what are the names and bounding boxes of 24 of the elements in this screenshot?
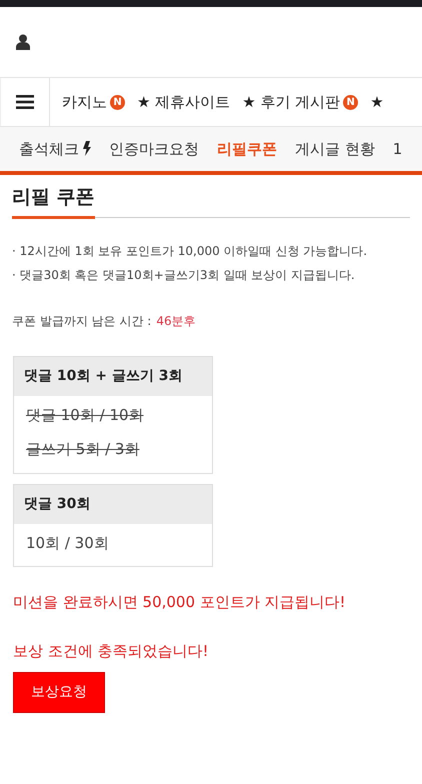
nav-link[interactable]: ★ [370,90,384,114]
mission-progress: 10회 / 30회 [25,532,110,554]
reward-request-button[interactable]: 보상요청 [13,672,105,713]
notice-text: 미션을 완료하시면 50,000 포인트가 지급됩니다! [13,592,347,613]
mission-progress: 댓글 10회 / 10회 [25,404,145,426]
new-badge: N [110,94,125,110]
mission-progress: 글쓰기 5회 / 3회 [25,439,140,460]
page-title: 리필 쿠폰 [12,183,95,218]
timer-label: 쿠폰 발급까지 남은 시간 : [12,314,152,328]
note-text: · 댓글30회 혹은 댓글10회+글쓰기3회 일때 보상이 지급됩니다. [12,266,356,284]
mission-title: 댓글 10회 + 글쓰기 3회 [14,356,212,396]
tab[interactable]: 게시글 현황 [295,138,375,160]
nav-link[interactable]: ★ 제휴사이트 [137,90,230,114]
tab[interactable]: 리필쿠폰 [217,138,277,160]
tab[interactable]: 1 [392,138,402,160]
note-text: · 12시간에 1회 보유 포인트가 10,000 이하일때 신청 가능합니다. [12,242,368,260]
tab[interactable]: 인증마크요청 [109,138,199,160]
timer-value: 46분후 [156,314,196,328]
nav-link[interactable]: ★ 후기 게시판 [242,90,340,114]
notice-text: 보상 조건에 충족되었습니다! [13,640,210,662]
mission-title: 댓글 30회 [14,484,212,524]
tab[interactable]: 출석체크 [19,138,91,160]
nav-link[interactable]: 카지노 [62,90,107,114]
new-badge: N [343,94,358,110]
